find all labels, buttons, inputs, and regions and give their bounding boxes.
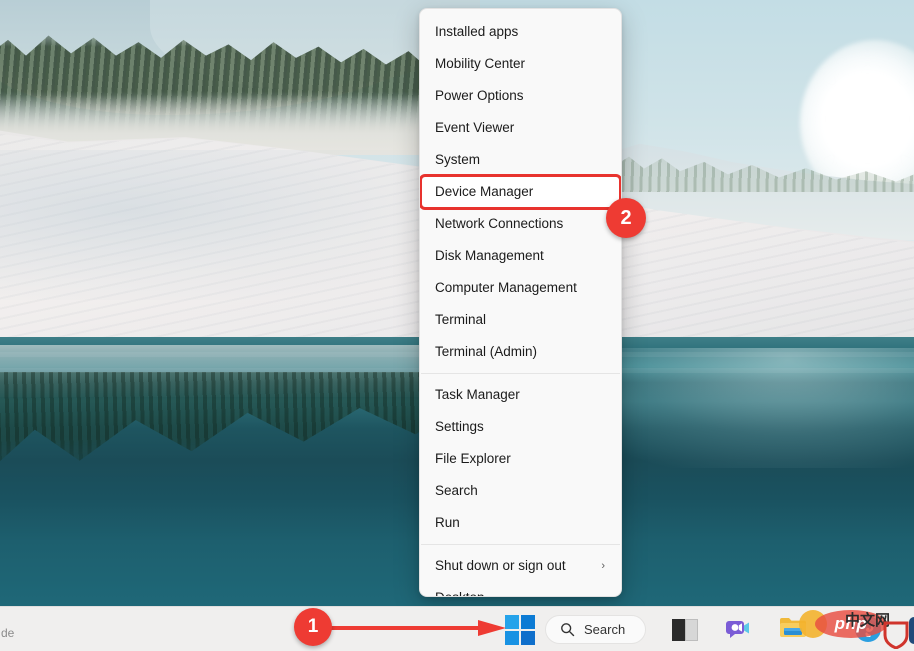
chevron-right-icon: › (601, 550, 609, 582)
wallpaper-snow-shadow (0, 150, 490, 300)
menu-item-terminal[interactable]: Terminal (420, 304, 621, 336)
edge-button[interactable] (854, 615, 884, 645)
file-explorer-button[interactable] (778, 615, 808, 645)
chat-icon (724, 615, 752, 643)
menu-item-label: Desktop (435, 582, 609, 597)
taskbar-center-group: Search (505, 607, 914, 651)
edge-browser-icon (854, 615, 882, 643)
menu-item-label: Device Manager (435, 176, 609, 208)
menu-item-label: Run (435, 507, 609, 539)
menu-item-installed-apps[interactable]: Installed apps (420, 16, 621, 48)
store-icon (909, 617, 914, 644)
menu-item-disk-management[interactable]: Disk Management (420, 240, 621, 272)
windows-logo-tile (505, 631, 519, 645)
start-button[interactable] (505, 615, 535, 645)
menu-item-label: Search (435, 475, 609, 507)
menu-item-label: Installed apps (435, 16, 609, 48)
menu-separator (421, 373, 620, 374)
menu-item-computer-management[interactable]: Computer Management (420, 272, 621, 304)
menu-item-file-explorer[interactable]: File Explorer (420, 443, 621, 475)
menu-item-label: Computer Management (435, 272, 609, 304)
menu-item-label: Task Manager (435, 379, 609, 411)
menu-item-event-viewer[interactable]: Event Viewer (420, 112, 621, 144)
menu-item-label: System (435, 144, 609, 176)
desktop-corner-text: de (1, 626, 14, 640)
task-view-button[interactable] (670, 615, 700, 645)
menu-item-label: Terminal (Admin) (435, 336, 609, 368)
menu-item-label: File Explorer (435, 443, 609, 475)
annotation-badge-1: 1 (294, 608, 332, 646)
menu-item-run[interactable]: Run (420, 507, 621, 539)
win-x-power-user-menu[interactable]: Installed apps Mobility Center Power Opt… (419, 8, 622, 597)
menu-item-shut-down-or-sign-out[interactable]: Shut down or sign out › (420, 550, 621, 582)
menu-item-system[interactable]: System (420, 144, 621, 176)
menu-item-device-manager[interactable]: Device Manager (420, 176, 621, 208)
menu-item-label: Disk Management (435, 240, 609, 272)
menu-item-mobility-center[interactable]: Mobility Center (420, 48, 621, 80)
menu-item-task-manager[interactable]: Task Manager (420, 379, 621, 411)
windows-logo-tile (521, 615, 535, 629)
search-button[interactable]: Search (545, 615, 646, 644)
windows-logo-tile (505, 615, 519, 629)
chat-button[interactable] (724, 615, 754, 645)
menu-item-label: Shut down or sign out (435, 550, 601, 582)
menu-item-label: Terminal (435, 304, 609, 336)
menu-item-power-options[interactable]: Power Options (420, 80, 621, 112)
annotation-badge-2: 2 (606, 198, 646, 238)
desktop-screen: de Installed apps Mobility Center Power … (0, 0, 914, 651)
folder-icon (778, 615, 808, 641)
menu-item-search[interactable]: Search (420, 475, 621, 507)
task-view-icon (672, 619, 698, 641)
menu-item-settings[interactable]: Settings (420, 411, 621, 443)
microsoft-store-button[interactable] (908, 615, 914, 645)
menu-item-label: Mobility Center (435, 48, 609, 80)
windows-logo-tile (521, 631, 535, 645)
menu-item-label: Power Options (435, 80, 609, 112)
menu-separator (421, 544, 620, 545)
menu-item-desktop[interactable]: Desktop (420, 582, 621, 597)
menu-item-terminal-admin[interactable]: Terminal (Admin) (420, 336, 621, 368)
annotation-arrow-1 (326, 620, 506, 636)
search-label: Search (584, 622, 625, 637)
menu-item-label: Settings (435, 411, 609, 443)
search-icon (560, 622, 575, 637)
menu-item-label: Network Connections (435, 208, 609, 240)
menu-item-label: Event Viewer (435, 112, 609, 144)
menu-item-network-connections[interactable]: Network Connections (420, 208, 621, 240)
